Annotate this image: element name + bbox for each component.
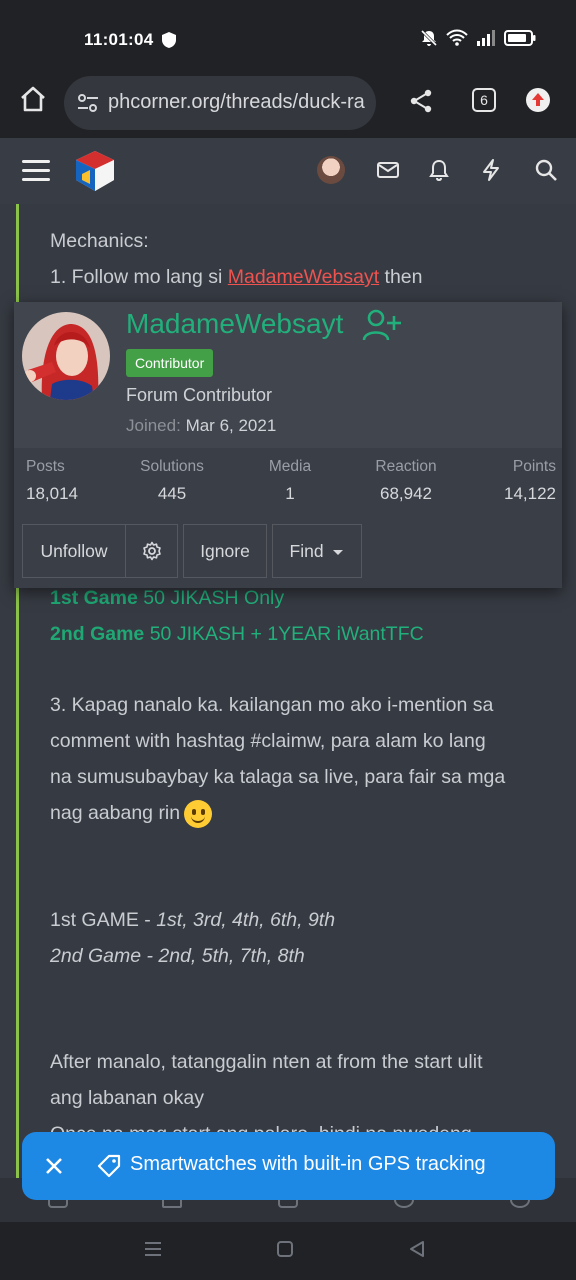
mechanics-heading: Mechanics: (50, 230, 149, 252)
site-settings-icon[interactable] (76, 91, 100, 115)
add-user-icon[interactable] (362, 308, 402, 342)
status-bar: 11:01:04 (0, 0, 576, 76)
gear-icon (142, 541, 161, 561)
back-icon[interactable] (408, 1240, 426, 1258)
tag-icon (97, 1154, 121, 1178)
suggestion-toast[interactable]: Smartwatches with built-in GPS tracking (22, 1132, 555, 1200)
stat-posts[interactable]: Posts 18,014 (26, 458, 96, 504)
member-avatar[interactable] (22, 312, 110, 400)
avatar[interactable] (317, 156, 345, 184)
game2-prize: 50 JIKASH + 1YEAR iWantTFC (144, 623, 424, 645)
bolt-icon[interactable] (480, 158, 502, 182)
url-text: phcorner.org/threads/duck-ra (108, 91, 365, 113)
game2-line: 2nd Game 50 JIKASH + 1YEAR iWantTFC (50, 616, 424, 652)
after-line-2: ang labanan okay (50, 1087, 204, 1109)
joined-date: Mar 6, 2021 (185, 416, 277, 435)
smile-emoji-icon (184, 799, 213, 828)
member-card-header: MadameWebsayt Contributor Forum Contribu… (14, 302, 562, 448)
stat-label: Media (268, 458, 312, 475)
member-badge: Contributor (126, 349, 214, 377)
status-time: 11:01:04 (84, 30, 154, 49)
stat-value: 14,122 (504, 484, 556, 503)
search-icon[interactable] (534, 158, 558, 182)
stat-solutions[interactable]: Solutions 445 (130, 458, 214, 504)
share-icon[interactable] (408, 88, 434, 114)
stat-label: Solutions (140, 458, 204, 475)
site-header (0, 138, 576, 204)
wifi-icon (446, 29, 468, 46)
site-logo[interactable] (72, 148, 118, 194)
browser-toolbar: phcorner.org/threads/duck-ra 6 (0, 76, 576, 138)
mute-icon (420, 29, 438, 47)
step3-line-1: 3. Kapag nanalo ka. kailangan mo ako i-m… (50, 694, 494, 716)
step1-prefix: 1. Follow mo lang si (50, 266, 228, 288)
member-title: Forum Contributor (126, 385, 273, 405)
stat-points[interactable]: Points 14,122 (486, 458, 556, 504)
stat-label: Posts (26, 458, 65, 475)
status-icons (420, 29, 536, 47)
after-line-1: After manalo, tatanggalin nten at from t… (50, 1051, 483, 1073)
mail-icon[interactable] (376, 158, 400, 182)
stat-label: Reaction (375, 458, 437, 475)
battery-icon (504, 30, 536, 46)
step3-line-2: comment with hashtag #claimw, para alam … (50, 730, 486, 752)
stat-value: 1 (285, 484, 295, 503)
sched1-days: 1st, 3rd, 4th, 6th, 9th (156, 909, 336, 931)
stat-reaction[interactable]: Reaction 68,942 (366, 458, 446, 504)
toast-message: Smartwatches with built-in GPS tracking (130, 1153, 486, 1175)
find-label: Find (289, 541, 324, 561)
member-joined: Joined: Mar 6, 2021 (126, 416, 276, 436)
home-nav-icon[interactable] (276, 1240, 294, 1258)
system-navigation-bar (0, 1222, 576, 1280)
stat-value: 68,942 (380, 484, 432, 503)
member-settings-button[interactable] (125, 524, 178, 578)
schedule-line-2: 2nd Game - 2nd, 5th, 7th, 8th (50, 945, 305, 967)
schedule-line-1: 1st GAME - 1st, 3rd, 4th, 6th, 9th (50, 902, 335, 938)
mechanics-step-1: 1. Follow mo lang si MadameWebsayt then (50, 259, 423, 295)
stat-value: 445 (157, 484, 187, 503)
game2-label: 2nd Game (50, 623, 145, 645)
address-bar[interactable]: phcorner.org/threads/duck-ra (64, 76, 376, 130)
recents-icon[interactable] (144, 1240, 162, 1258)
stat-label: Points (512, 458, 556, 475)
step1-suffix: then (379, 266, 423, 288)
find-dropdown[interactable]: Find (272, 524, 362, 578)
unfollow-button[interactable]: Unfollow (22, 524, 126, 578)
step3-line-4-text: nag aabang rin (50, 802, 181, 824)
stat-value: 18,014 (26, 484, 78, 503)
home-icon[interactable] (18, 84, 48, 114)
update-icon[interactable] (526, 88, 550, 112)
game1-label: 1st Game (50, 587, 138, 609)
shield-icon (162, 32, 176, 48)
bell-icon[interactable] (427, 158, 451, 182)
step3-line-3: na sumusubaybay ka talaga sa live, para … (50, 766, 506, 788)
member-username[interactable]: MadameWebsayt (126, 308, 343, 340)
ignore-button[interactable]: Ignore (183, 524, 267, 578)
member-stats: Posts 18,014 Solutions 445 Media 1 Reaction… (14, 458, 562, 514)
game1-prize: 50 JIKASH Only (137, 587, 285, 609)
user-link[interactable]: MadameWebsayt (228, 266, 379, 288)
tab-switcher-button[interactable]: 6 (472, 88, 496, 112)
close-icon[interactable] (44, 1156, 64, 1176)
joined-label: Joined: (126, 416, 181, 435)
signal-icon (477, 30, 495, 46)
caret-down-icon (333, 550, 344, 555)
step3-line-4: nag aabang rin (50, 795, 213, 831)
stat-media[interactable]: Media 1 (254, 458, 326, 504)
member-tooltip-card: MadameWebsayt Contributor Forum Contribu… (14, 302, 562, 588)
sched1-label: 1st GAME - (50, 909, 157, 931)
menu-icon[interactable] (22, 158, 50, 182)
